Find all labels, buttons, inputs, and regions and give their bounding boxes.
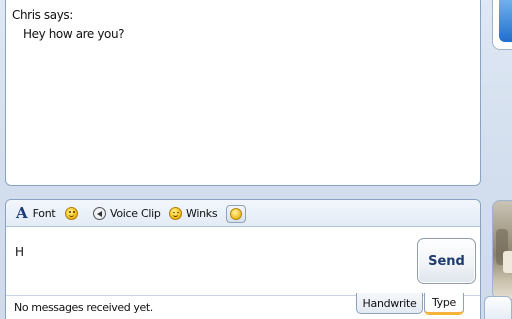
tab-type[interactable]: Type [424,293,464,315]
message-input[interactable]: H [15,245,24,259]
voice-clip-label: Voice Clip [110,207,161,220]
font-label: Font [32,207,56,220]
face-icon [230,207,242,220]
tab-handwrite[interactable]: Handwrite [356,293,423,314]
conversation-history: Chris says: Hey how are you? [5,0,481,186]
voice-clip-icon [93,207,106,220]
emoticon-menu-button[interactable] [226,200,246,227]
voice-clip-button[interactable]: Voice Clip [93,200,161,227]
contact-card-panel[interactable] [492,0,512,50]
contact-tile [499,0,512,42]
wink-icon [169,207,182,220]
font-icon: A [16,204,28,222]
display-picture[interactable] [492,200,512,300]
smiley-icon [65,207,78,220]
font-button[interactable]: A Font [16,200,56,227]
formatting-toolbar: A Font Voice Clip Winks [6,200,480,227]
side-panel-tab[interactable] [484,296,512,319]
status-bar: No messages received yet. Handwrite Type [6,293,480,319]
compose-panel: A Font Voice Clip Winks H Send No messag… [5,199,481,319]
send-button[interactable]: Send [417,238,476,284]
winks-button[interactable]: Winks [169,200,218,227]
winks-label: Winks [186,207,218,220]
emoticon-menu-icon [226,204,246,223]
sender-line: Chris says: [12,8,73,22]
message-text: Hey how are you? [23,27,125,41]
status-text: No messages received yet. [14,301,153,314]
emoticon-button[interactable] [65,200,78,227]
display-picture-detail [503,251,512,273]
